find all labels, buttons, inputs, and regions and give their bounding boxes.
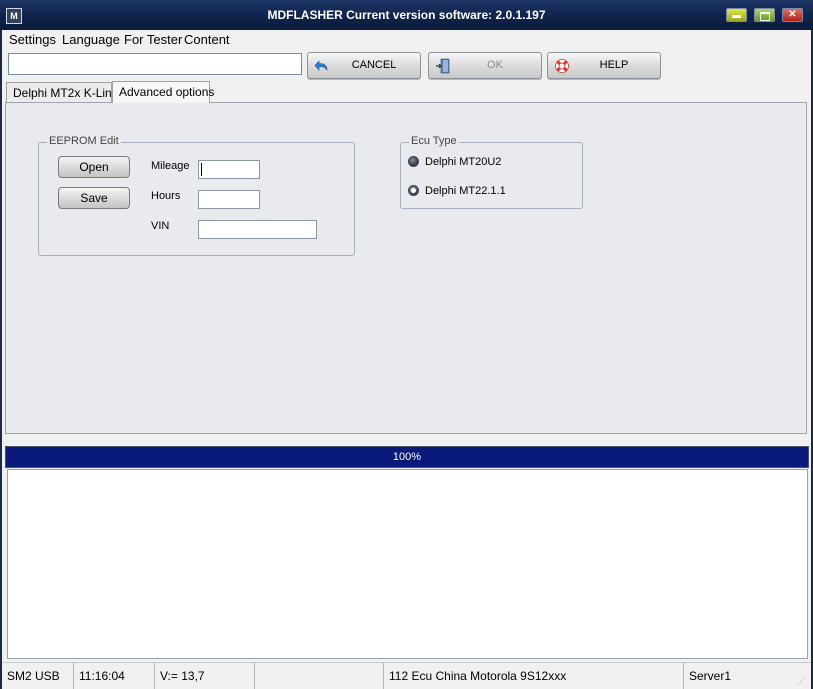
mileage-label: Mileage [151, 160, 190, 172]
status-bar: SM2 USB 11:16:04 V:= 13,7 112 Ecu China … [2, 662, 811, 689]
vin-field[interactable] [198, 220, 317, 239]
ecu-option-mt20u2-label: Delphi MT20U2 [425, 156, 502, 168]
hours-field[interactable] [198, 190, 260, 209]
window-title: MDFLASHER Current version software: 2.0.… [267, 8, 546, 22]
status-voltage: V:= 13,7 [155, 663, 255, 689]
menu-content[interactable]: Content [184, 32, 230, 47]
status-port: SM2 USB [2, 663, 74, 689]
help-label: HELP [599, 59, 629, 71]
menu-settings[interactable]: Settings [9, 32, 56, 47]
ok-label: OK [487, 59, 503, 71]
tab-delphi-kline[interactable]: Delphi MT2x K-Line [6, 82, 118, 102]
status-ecu: 112 Ecu China Motorola 9S12xxx [384, 663, 684, 689]
maximize-button[interactable] [754, 8, 775, 22]
status-server: Server1 [689, 669, 732, 683]
ecu-type-title: Ecu Type [409, 135, 459, 147]
tab-advanced-options[interactable]: Advanced options [112, 81, 214, 103]
path-input[interactable] [8, 53, 302, 75]
ecu-option-mt20u2[interactable]: Delphi MT20U2 [408, 156, 578, 172]
vin-label: VIN [151, 220, 170, 232]
cancel-button[interactable]: CANCEL [307, 52, 421, 79]
progress-bar: 100% [5, 446, 809, 468]
eeprom-open-button[interactable]: Open [58, 156, 130, 178]
hours-label: Hours [151, 190, 181, 202]
ecu-type-group: Ecu Type Delphi MT20U2 Delphi MT22.1.1 [400, 135, 583, 209]
ok-button[interactable]: OK [428, 52, 542, 79]
mileage-field[interactable] [198, 160, 260, 179]
eeprom-group-title: EEPROM Edit [47, 135, 121, 147]
lifebuoy-icon [555, 59, 569, 73]
minimize-icon [732, 15, 741, 18]
menu-for-tester[interactable]: For Tester [124, 32, 182, 47]
minimize-button[interactable] [726, 8, 747, 22]
undo-arrow-icon [314, 60, 328, 71]
radio-mt22[interactable] [408, 185, 419, 196]
cancel-label: CANCEL [351, 59, 397, 71]
status-time: 11:16:04 [74, 663, 155, 689]
log-area[interactable] [7, 469, 808, 659]
advanced-options-panel: EEPROM Edit Open Save Mileage Hours VIN … [5, 102, 807, 434]
eeprom-edit-group: EEPROM Edit Open Save Mileage Hours VIN [38, 135, 355, 256]
close-button[interactable]: ✕ [782, 8, 803, 22]
text-cursor [201, 163, 202, 176]
menu-language[interactable]: Language [62, 32, 120, 47]
radio-mt20u2[interactable] [408, 156, 419, 167]
menu-bar: Settings Language For Tester Content [2, 30, 811, 50]
close-icon: ✕ [788, 9, 797, 20]
help-button[interactable]: HELP [547, 52, 661, 79]
eeprom-save-button[interactable]: Save [58, 187, 130, 209]
status-empty [255, 663, 384, 689]
maximize-icon [760, 12, 770, 21]
ecu-option-mt22[interactable]: Delphi MT22.1.1 [408, 185, 578, 201]
progress-text: 100% [392, 451, 422, 463]
ecu-option-mt22-label: Delphi MT22.1.1 [425, 185, 506, 197]
door-exit-icon [436, 58, 450, 74]
resize-grip-icon[interactable]: ⋰ [797, 677, 807, 687]
